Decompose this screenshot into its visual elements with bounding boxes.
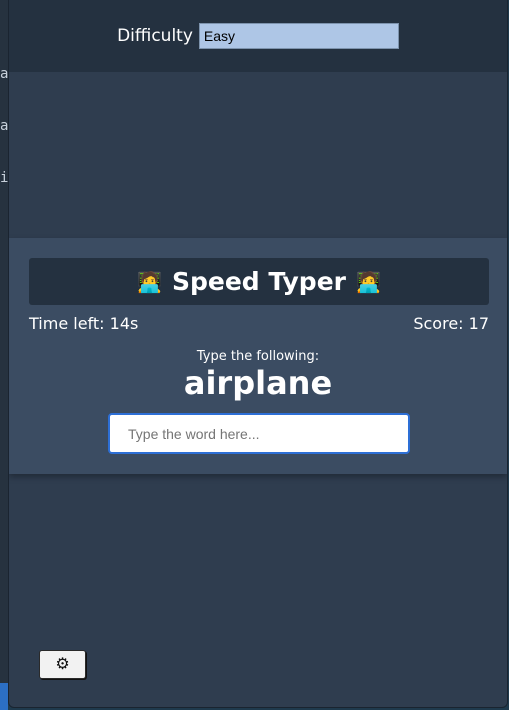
settings-bar: Difficulty Easy [9, 0, 507, 72]
time-left-value: 14s [109, 314, 139, 333]
prompt-label: Type the following: [196, 349, 320, 364]
background-text: a [0, 118, 8, 134]
technologist-icon: 🧑‍💻 [355, 269, 381, 294]
time-left: Time left: 14s [29, 314, 138, 333]
stats-row: Time left: 14s Score: 17 [29, 314, 489, 333]
gear-icon: ⚙ [55, 655, 70, 673]
settings-button[interactable]: ⚙ [39, 650, 86, 679]
speed-typer-window: Difficulty Easy 🧑‍💻 Speed Typer 🧑‍💻 Time… [8, 0, 508, 708]
current-word: airplane [183, 364, 333, 402]
score-label: Score: [413, 314, 464, 333]
difficulty-label: Difficulty [117, 26, 193, 46]
background-text: a [0, 66, 8, 82]
title-bar: 🧑‍💻 Speed Typer 🧑‍💻 [29, 258, 489, 305]
background-text: i [0, 170, 8, 186]
score-value: 17 [468, 314, 489, 333]
time-left-label: Time left: [29, 314, 105, 333]
score: Score: 17 [413, 314, 489, 333]
technologist-icon: 🧑‍💻 [137, 269, 162, 294]
background-app: a a i [0, 0, 8, 710]
game-title: Speed Typer [172, 267, 346, 296]
background-taskbar [0, 683, 8, 710]
difficulty-select[interactable]: Easy [198, 23, 399, 49]
game-panel: 🧑‍💻 Speed Typer 🧑‍💻 Time left: 14s Score… [9, 238, 507, 474]
word-input[interactable] [108, 413, 410, 454]
